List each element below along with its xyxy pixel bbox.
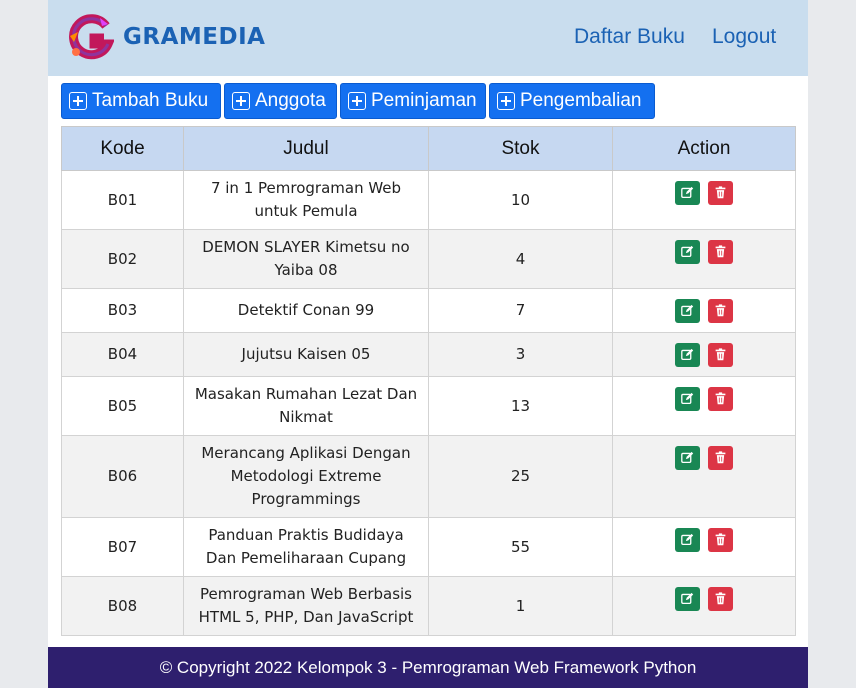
edit-button[interactable]: [675, 181, 700, 205]
cell-stok: 4: [428, 229, 613, 289]
edit-button[interactable]: [675, 446, 700, 470]
trash-icon: [715, 304, 726, 317]
cell-kode: B05: [61, 376, 184, 436]
plus-square-icon: [497, 92, 515, 110]
peminjaman-label: Peminjaman: [371, 90, 477, 111]
cell-stok: 13: [428, 376, 613, 436]
page: GRAMEDIA Daftar Buku Logout Tambah Buku …: [48, 0, 808, 688]
table-row: B06 Merancang Aplikasi Dengan Metodologi …: [61, 435, 796, 518]
tambah-buku-button[interactable]: Tambah Buku: [61, 83, 221, 119]
pencil-square-icon: [681, 245, 694, 258]
tambah-buku-label: Tambah Buku: [92, 90, 209, 111]
trash-icon: [715, 392, 726, 405]
pencil-square-icon: [681, 392, 694, 405]
cell-kode: B02: [61, 229, 184, 289]
plus-square-icon: [348, 92, 366, 110]
delete-button[interactable]: [708, 528, 733, 552]
column-header-kode: Kode: [61, 126, 184, 171]
cell-judul: 7 in 1 Pemrograman Web untuk Pemula: [183, 170, 429, 230]
cell-judul: Masakan Rumahan Lezat Dan Nikmat: [183, 376, 429, 436]
cell-judul: Panduan Praktis Budidaya Dan Pemeliharaa…: [183, 517, 429, 577]
nav-daftar-buku-link[interactable]: Daftar Buku: [574, 25, 685, 49]
cell-kode: B06: [61, 435, 184, 518]
cell-stok: 3: [428, 332, 613, 377]
column-header-judul: Judul: [183, 126, 429, 171]
anggota-button[interactable]: Anggota: [224, 83, 337, 119]
plus-square-icon: [69, 92, 87, 110]
peminjaman-button[interactable]: Peminjaman: [340, 83, 486, 119]
trash-icon: [715, 245, 726, 258]
delete-button[interactable]: [708, 343, 733, 367]
edit-button[interactable]: [675, 240, 700, 264]
cell-action: [612, 332, 796, 377]
anggota-label: Anggota: [255, 90, 326, 111]
header: GRAMEDIA Daftar Buku Logout: [48, 0, 808, 76]
edit-button[interactable]: [675, 528, 700, 552]
brand-name: GRAMEDIA: [123, 24, 266, 50]
cell-action: [612, 576, 796, 636]
plus-square-icon: [232, 92, 250, 110]
cell-judul: Jujutsu Kaisen 05: [183, 332, 429, 377]
footer: © Copyright 2022 Kelompok 3 - Pemrograma…: [48, 647, 808, 688]
edit-button[interactable]: [675, 587, 700, 611]
pengembalian-label: Pengembalian: [520, 90, 642, 111]
pencil-square-icon: [681, 592, 694, 605]
pencil-square-icon: [681, 533, 694, 546]
trash-icon: [715, 451, 726, 464]
cell-stok: 55: [428, 517, 613, 577]
table-header-row: Kode Judul Stok Action: [61, 126, 796, 171]
table-row: B04 Jujutsu Kaisen 05 3: [61, 332, 796, 377]
cell-stok: 25: [428, 435, 613, 518]
cell-action: [612, 170, 796, 230]
table-row: B03 Detektif Conan 99 7: [61, 288, 796, 333]
cell-action: [612, 376, 796, 436]
table-row: B01 7 in 1 Pemrograman Web untuk Pemula 10: [61, 170, 796, 230]
pengembalian-button[interactable]: Pengembalian: [489, 83, 655, 119]
delete-button[interactable]: [708, 446, 733, 470]
cell-action: [612, 288, 796, 333]
cell-action: [612, 435, 796, 518]
cell-kode: B03: [61, 288, 184, 333]
books-table: Kode Judul Stok Action B01 7 in 1 Pemrogr…: [61, 126, 796, 636]
edit-button[interactable]: [675, 299, 700, 323]
cell-action: [612, 229, 796, 289]
table-row: B02 DEMON SLAYER Kimetsu no Yaiba 08 4: [61, 229, 796, 289]
cell-judul: DEMON SLAYER Kimetsu no Yaiba 08: [183, 229, 429, 289]
pencil-square-icon: [681, 348, 694, 361]
column-header-stok: Stok: [428, 126, 613, 171]
nav-logout-link[interactable]: Logout: [712, 25, 776, 49]
column-header-action: Action: [612, 126, 796, 171]
cell-stok: 10: [428, 170, 613, 230]
table-row: B07 Panduan Praktis Budidaya Dan Pemeliha…: [61, 517, 796, 577]
edit-button[interactable]: [675, 387, 700, 411]
table-row: B08 Pemrograman Web Berbasis HTML 5, PHP,…: [61, 576, 796, 636]
table-row: B05 Masakan Rumahan Lezat Dan Nikmat 13: [61, 376, 796, 436]
delete-button[interactable]: [708, 181, 733, 205]
delete-button[interactable]: [708, 299, 733, 323]
cell-kode: B01: [61, 170, 184, 230]
pencil-square-icon: [681, 451, 694, 464]
cell-stok: 7: [428, 288, 613, 333]
cell-kode: B04: [61, 332, 184, 377]
trash-icon: [715, 592, 726, 605]
trash-icon: [715, 186, 726, 199]
delete-button[interactable]: [708, 587, 733, 611]
cell-stok: 1: [428, 576, 613, 636]
cell-judul: Merancang Aplikasi Dengan Metodologi Ext…: [183, 435, 429, 518]
cell-judul: Pemrograman Web Berbasis HTML 5, PHP, Da…: [183, 576, 429, 636]
edit-button[interactable]: [675, 343, 700, 367]
delete-button[interactable]: [708, 387, 733, 411]
cell-action: [612, 517, 796, 577]
delete-button[interactable]: [708, 240, 733, 264]
pencil-square-icon: [681, 186, 694, 199]
pencil-square-icon: [681, 304, 694, 317]
trash-icon: [715, 533, 726, 546]
trash-icon: [715, 348, 726, 361]
copyright-text: © Copyright 2022 Kelompok 3 - Pemrograma…: [159, 658, 697, 677]
cell-kode: B07: [61, 517, 184, 577]
cell-judul: Detektif Conan 99: [183, 288, 429, 333]
cell-kode: B08: [61, 576, 184, 636]
gramedia-logo-icon: [69, 14, 114, 60]
